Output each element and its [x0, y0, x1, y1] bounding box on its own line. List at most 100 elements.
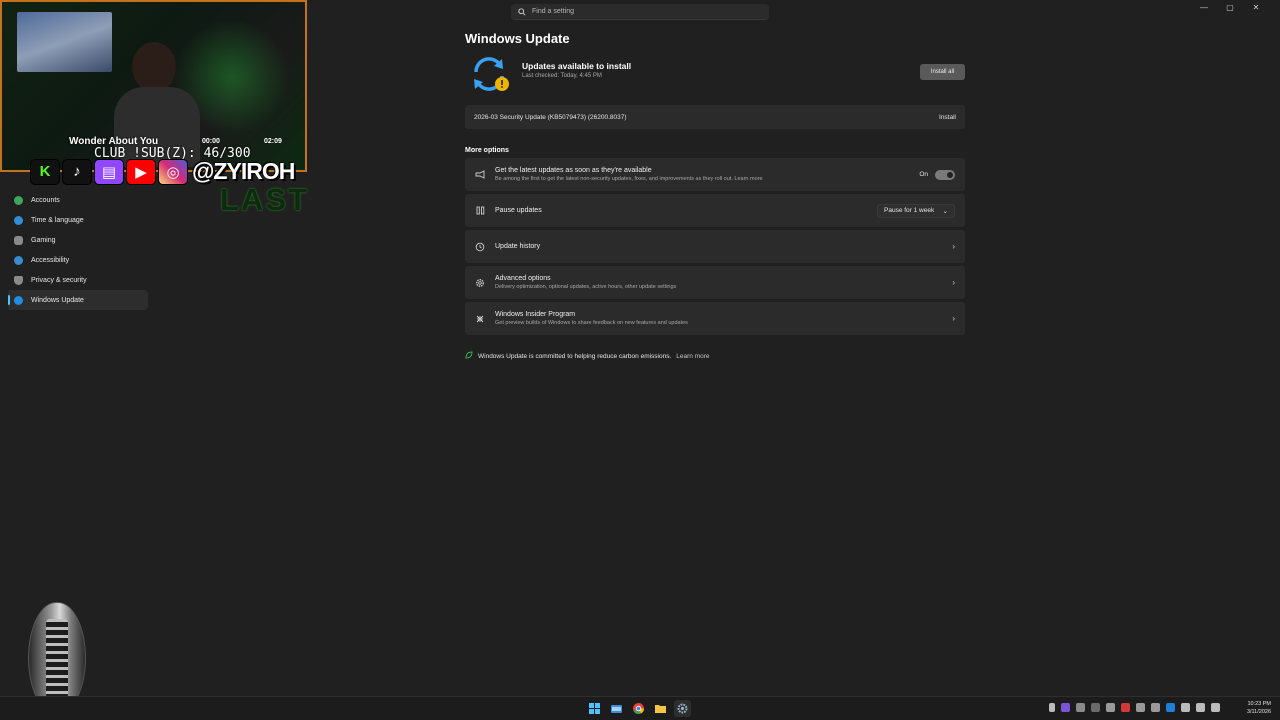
- sidebar-item-privacy-security[interactable]: Privacy & security: [8, 270, 148, 290]
- clock-time: 10:23 PM: [1247, 701, 1271, 707]
- more-options-heading: More options: [465, 147, 509, 154]
- clock-date: 3/11/2026: [1246, 709, 1271, 715]
- pause-icon: [474, 205, 486, 217]
- learn-more-link[interactable]: Learn more: [734, 176, 762, 182]
- webcam-overlay: Wonder About You 00:00 02:09 CLUB !SUB(Z…: [0, 0, 307, 172]
- youtube-icon: ▶: [126, 158, 156, 185]
- sidebar-item-windows-update[interactable]: Windows Update: [8, 290, 148, 310]
- sidebar-nav: Accounts Time & language Gaming Accessib…: [8, 190, 148, 310]
- status-title: Updates available to install: [522, 61, 632, 71]
- close-button[interactable]: ✕: [1252, 3, 1260, 12]
- leaf-icon: [465, 351, 473, 361]
- maximize-button[interactable]: ▢: [1226, 3, 1234, 12]
- instagram-icon: ◎: [158, 158, 188, 185]
- sidebar-item-label: Accessibility: [31, 256, 70, 264]
- carbon-text: Windows Update is committed to helping r…: [478, 352, 672, 360]
- song-time-elapsed: 00:00: [202, 138, 220, 145]
- kick-icon: K: [30, 158, 60, 185]
- search-icon: [518, 7, 526, 16]
- history-icon: [474, 241, 486, 253]
- tray-arrow-icon[interactable]: [1049, 703, 1055, 712]
- option-windows-insider[interactable]: Windows Insider Program Get preview buil…: [465, 302, 965, 335]
- pending-update-row: 2026-03 Security Update (KB5079473) (262…: [465, 105, 965, 129]
- search-placeholder: Find a setting: [532, 8, 575, 15]
- last-checked-text: Last checked: Today, 4:45 PM: [522, 73, 602, 79]
- option-title: Windows Insider Program: [495, 311, 576, 318]
- megaphone-icon: [474, 169, 486, 181]
- microphone-icon[interactable]: [1181, 703, 1190, 712]
- tray-app-icon[interactable]: [1106, 703, 1115, 712]
- social-banner: K ♪ ▤ ▶ ◎ @ZYIROH: [30, 158, 295, 185]
- streamer-head: [132, 42, 176, 92]
- globe-clock-icon: [14, 215, 23, 225]
- last-overlay-text: LAST: [220, 182, 309, 217]
- option-update-history[interactable]: Update history ›: [465, 230, 965, 263]
- tray-app-icon[interactable]: [1076, 703, 1085, 712]
- option-latest-updates[interactable]: Get the latest updates as soon as they'r…: [465, 158, 965, 191]
- search-input[interactable]: Find a setting: [511, 4, 769, 20]
- taskbar-apps: [586, 700, 691, 717]
- sidebar-item-gaming[interactable]: Gaming: [8, 230, 148, 250]
- accessibility-icon: [14, 255, 23, 265]
- chevron-down-icon: ⌄: [942, 207, 948, 215]
- settings-icon[interactable]: [674, 700, 691, 717]
- tiktok-icon: ♪: [62, 158, 92, 185]
- twitch-icon: ▤: [94, 158, 124, 185]
- sidebar-item-accounts[interactable]: Accounts: [8, 190, 148, 210]
- sync-warning-icon: [474, 57, 509, 91]
- sidebar-item-accessibility[interactable]: Accessibility: [8, 250, 148, 270]
- latest-updates-toggle[interactable]: [935, 169, 955, 180]
- wifi-icon[interactable]: [1196, 703, 1205, 712]
- carbon-learn-more-link[interactable]: Learn more: [676, 353, 709, 360]
- install-button[interactable]: Install: [939, 114, 956, 121]
- file-explorer-icon[interactable]: [608, 700, 625, 717]
- social-handle: @ZYIROH: [192, 158, 295, 184]
- sidebar-item-time-language[interactable]: Time & language: [8, 210, 148, 230]
- sidebar-item-label: Windows Update: [31, 296, 84, 304]
- tray-app-icon[interactable]: [1136, 703, 1145, 712]
- tray-app-icon[interactable]: [1091, 703, 1100, 712]
- taskbar: 10:23 PM 3/11/2026: [0, 696, 1280, 720]
- background-monitor: [17, 12, 112, 72]
- option-advanced-options[interactable]: Advanced options Delivery optimization, …: [465, 266, 965, 299]
- taskbar-clock[interactable]: 10:23 PM 3/11/2026: [1247, 700, 1271, 716]
- sidebar-item-label: Gaming: [31, 236, 56, 244]
- pause-duration-select[interactable]: Pause for 1 week ⌄: [877, 203, 955, 218]
- minimize-button[interactable]: —: [1200, 3, 1208, 12]
- shield-icon: [14, 275, 23, 285]
- toggle-state-label: On: [919, 171, 928, 178]
- pending-update-name: 2026-03 Security Update (KB5079473) (262…: [474, 113, 627, 121]
- person-icon: [14, 195, 23, 205]
- page-title: Windows Update: [465, 31, 570, 46]
- gear-icon: [474, 277, 486, 289]
- option-subtitle: Delivery optimization, optional updates,…: [495, 284, 677, 290]
- update-icon: [14, 295, 23, 305]
- chevron-right-icon: ›: [952, 278, 955, 287]
- install-all-button[interactable]: Install all: [920, 64, 965, 80]
- tray-app-icon[interactable]: [1151, 703, 1160, 712]
- option-title: Update history: [495, 243, 541, 250]
- option-title: Advanced options: [495, 275, 551, 282]
- sidebar-item-label: Privacy & security: [31, 276, 87, 284]
- update-status: Updates available to install Last checke…: [465, 52, 965, 102]
- main-content: Windows Update Updates available to inst…: [465, 28, 965, 361]
- song-time-total: 02:09: [264, 138, 282, 145]
- chevron-right-icon: ›: [952, 314, 955, 323]
- controller-icon: [14, 235, 23, 245]
- volume-icon[interactable]: [1211, 703, 1220, 712]
- insider-icon: [474, 313, 486, 325]
- sidebar-item-label: Time & language: [31, 216, 84, 224]
- sidebar-item-label: Accounts: [31, 196, 60, 204]
- chrome-icon[interactable]: [630, 700, 647, 717]
- bluetooth-icon[interactable]: [1166, 703, 1175, 712]
- option-subtitle: Get preview builds of Windows to share f…: [495, 320, 688, 326]
- window-controls: — ▢ ✕: [1200, 3, 1260, 12]
- windows-start-icon[interactable]: [586, 700, 603, 717]
- option-title: Pause updates: [495, 207, 542, 214]
- system-tray: [1049, 703, 1220, 712]
- folder-icon[interactable]: [652, 700, 669, 717]
- option-subtitle: Be among the first to get the latest non…: [495, 176, 733, 182]
- tray-app-icon[interactable]: [1061, 703, 1070, 712]
- tray-app-icon[interactable]: [1121, 703, 1130, 712]
- select-value: Pause for 1 week: [884, 207, 935, 214]
